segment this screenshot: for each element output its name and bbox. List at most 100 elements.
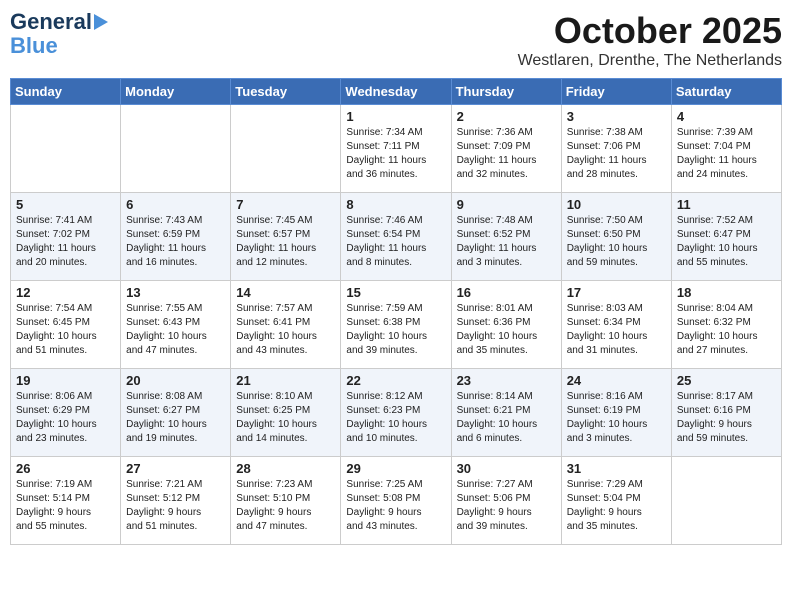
calendar-cell [671, 457, 781, 545]
day-info: Sunrise: 7:38 AM Sunset: 7:06 PM Dayligh… [567, 126, 666, 182]
day-info: Sunrise: 8:12 AM Sunset: 6:23 PM Dayligh… [346, 390, 445, 446]
title-section: October 2025 Westlaren, Drenthe, The Net… [518, 10, 782, 70]
day-info: Sunrise: 8:10 AM Sunset: 6:25 PM Dayligh… [236, 390, 335, 446]
day-number: 29 [346, 461, 445, 476]
day-number: 16 [457, 285, 556, 300]
calendar-cell: 2 Sunrise: 7:36 AM Sunset: 7:09 PM Daylig… [451, 105, 561, 193]
location-subtitle: Westlaren, Drenthe, The Netherlands [518, 52, 782, 70]
page-header: General Blue October 2025 Westlaren, Dre… [10, 10, 782, 70]
day-number: 7 [236, 197, 335, 212]
day-info: Sunrise: 7:46 AM Sunset: 6:54 PM Dayligh… [346, 214, 445, 270]
weekday-header-friday: Friday [561, 79, 671, 105]
week-row-3: 12 Sunrise: 7:54 AM Sunset: 6:45 PM Dayli… [11, 281, 782, 369]
day-number: 27 [126, 461, 225, 476]
weekday-header-monday: Monday [121, 79, 231, 105]
day-info: Sunrise: 8:03 AM Sunset: 6:34 PM Dayligh… [567, 302, 666, 358]
day-info: Sunrise: 7:59 AM Sunset: 6:38 PM Dayligh… [346, 302, 445, 358]
calendar-cell: 31 Sunrise: 7:29 AM Sunset: 5:04 PM Dayli… [561, 457, 671, 545]
calendar-cell: 12 Sunrise: 7:54 AM Sunset: 6:45 PM Dayli… [11, 281, 121, 369]
calendar-cell: 11Sunrise: 7:52 AM Sunset: 6:47 PM Dayli… [671, 193, 781, 281]
day-info: Sunrise: 8:04 AM Sunset: 6:32 PM Dayligh… [677, 302, 776, 358]
day-number: 6 [126, 197, 225, 212]
calendar-cell [121, 105, 231, 193]
calendar-table: SundayMondayTuesdayWednesdayThursdayFrid… [10, 78, 782, 545]
logo-blue: Blue [10, 34, 58, 58]
week-row-2: 5Sunrise: 7:41 AM Sunset: 7:02 PM Daylig… [11, 193, 782, 281]
day-info: Sunrise: 7:43 AM Sunset: 6:59 PM Dayligh… [126, 214, 225, 270]
day-info: Sunrise: 7:21 AM Sunset: 5:12 PM Dayligh… [126, 478, 225, 534]
day-info: Sunrise: 7:25 AM Sunset: 5:08 PM Dayligh… [346, 478, 445, 534]
day-number: 12 [16, 285, 115, 300]
calendar-cell: 30Sunrise: 7:27 AM Sunset: 5:06 PM Dayli… [451, 457, 561, 545]
day-number: 8 [346, 197, 445, 212]
calendar-cell: 28 Sunrise: 7:23 AM Sunset: 5:10 PM Dayli… [231, 457, 341, 545]
day-info: Sunrise: 8:08 AM Sunset: 6:27 PM Dayligh… [126, 390, 225, 446]
calendar-cell: 20 Sunrise: 8:08 AM Sunset: 6:27 PM Dayli… [121, 369, 231, 457]
calendar-cell: 9Sunrise: 7:48 AM Sunset: 6:52 PM Daylig… [451, 193, 561, 281]
calendar-cell: 5Sunrise: 7:41 AM Sunset: 7:02 PM Daylig… [11, 193, 121, 281]
weekday-header-thursday: Thursday [451, 79, 561, 105]
calendar-cell: 4Sunrise: 7:39 AM Sunset: 7:04 PM Daylig… [671, 105, 781, 193]
day-number: 24 [567, 373, 666, 388]
day-number: 20 [126, 373, 225, 388]
weekday-header-wednesday: Wednesday [341, 79, 451, 105]
day-info: Sunrise: 7:54 AM Sunset: 6:45 PM Dayligh… [16, 302, 115, 358]
calendar-cell [231, 105, 341, 193]
day-number: 13 [126, 285, 225, 300]
day-number: 10 [567, 197, 666, 212]
day-number: 18 [677, 285, 776, 300]
header-row: SundayMondayTuesdayWednesdayThursdayFrid… [11, 79, 782, 105]
calendar-cell: 25 Sunrise: 8:17 AM Sunset: 6:16 PM Dayli… [671, 369, 781, 457]
day-number: 11 [677, 197, 776, 212]
calendar-cell: 19 Sunrise: 8:06 AM Sunset: 6:29 PM Dayli… [11, 369, 121, 457]
calendar-cell: 1Sunrise: 7:34 AM Sunset: 7:11 PM Daylig… [341, 105, 451, 193]
day-info: Sunrise: 7:29 AM Sunset: 5:04 PM Dayligh… [567, 478, 666, 534]
calendar-cell: 24 Sunrise: 8:16 AM Sunset: 6:19 PM Dayli… [561, 369, 671, 457]
calendar-cell: 17 Sunrise: 8:03 AM Sunset: 6:34 PM Dayli… [561, 281, 671, 369]
calendar-cell: 21 Sunrise: 8:10 AM Sunset: 6:25 PM Dayli… [231, 369, 341, 457]
day-info: Sunrise: 7:23 AM Sunset: 5:10 PM Dayligh… [236, 478, 335, 534]
day-info: Sunrise: 7:57 AM Sunset: 6:41 PM Dayligh… [236, 302, 335, 358]
day-number: 9 [457, 197, 556, 212]
day-number: 14 [236, 285, 335, 300]
calendar-cell: 22 Sunrise: 8:12 AM Sunset: 6:23 PM Dayli… [341, 369, 451, 457]
day-number: 17 [567, 285, 666, 300]
calendar-cell: 6 Sunrise: 7:43 AM Sunset: 6:59 PM Daylig… [121, 193, 231, 281]
day-number: 22 [346, 373, 445, 388]
day-info: Sunrise: 7:19 AM Sunset: 5:14 PM Dayligh… [16, 478, 115, 534]
day-info: Sunrise: 7:50 AM Sunset: 6:50 PM Dayligh… [567, 214, 666, 270]
day-info: Sunrise: 8:17 AM Sunset: 6:16 PM Dayligh… [677, 390, 776, 446]
calendar-cell: 3 Sunrise: 7:38 AM Sunset: 7:06 PM Daylig… [561, 105, 671, 193]
day-number: 31 [567, 461, 666, 476]
calendar-cell: 27 Sunrise: 7:21 AM Sunset: 5:12 PM Dayli… [121, 457, 231, 545]
logo: General Blue [10, 10, 108, 58]
calendar-cell: 10 Sunrise: 7:50 AM Sunset: 6:50 PM Dayli… [561, 193, 671, 281]
day-number: 21 [236, 373, 335, 388]
day-info: Sunrise: 7:36 AM Sunset: 7:09 PM Dayligh… [457, 126, 556, 182]
calendar-cell: 7Sunrise: 7:45 AM Sunset: 6:57 PM Daylig… [231, 193, 341, 281]
day-number: 25 [677, 373, 776, 388]
weekday-header-sunday: Sunday [11, 79, 121, 105]
week-row-1: 1Sunrise: 7:34 AM Sunset: 7:11 PM Daylig… [11, 105, 782, 193]
day-number: 3 [567, 109, 666, 124]
day-number: 1 [346, 109, 445, 124]
week-row-5: 26Sunrise: 7:19 AM Sunset: 5:14 PM Dayli… [11, 457, 782, 545]
day-info: Sunrise: 8:14 AM Sunset: 6:21 PM Dayligh… [457, 390, 556, 446]
calendar-cell: 14 Sunrise: 7:57 AM Sunset: 6:41 PM Dayli… [231, 281, 341, 369]
month-title: October 2025 [518, 10, 782, 52]
day-info: Sunrise: 8:06 AM Sunset: 6:29 PM Dayligh… [16, 390, 115, 446]
day-number: 30 [457, 461, 556, 476]
day-number: 19 [16, 373, 115, 388]
day-number: 2 [457, 109, 556, 124]
calendar-cell: 13Sunrise: 7:55 AM Sunset: 6:43 PM Dayli… [121, 281, 231, 369]
day-number: 28 [236, 461, 335, 476]
calendar-cell: 23Sunrise: 8:14 AM Sunset: 6:21 PM Dayli… [451, 369, 561, 457]
day-info: Sunrise: 7:41 AM Sunset: 7:02 PM Dayligh… [16, 214, 115, 270]
day-number: 15 [346, 285, 445, 300]
calendar-cell: 15 Sunrise: 7:59 AM Sunset: 6:38 PM Dayli… [341, 281, 451, 369]
calendar-cell: 16Sunrise: 8:01 AM Sunset: 6:36 PM Dayli… [451, 281, 561, 369]
weekday-header-tuesday: Tuesday [231, 79, 341, 105]
calendar-cell: 18 Sunrise: 8:04 AM Sunset: 6:32 PM Dayli… [671, 281, 781, 369]
day-info: Sunrise: 8:16 AM Sunset: 6:19 PM Dayligh… [567, 390, 666, 446]
calendar-cell: 8 Sunrise: 7:46 AM Sunset: 6:54 PM Daylig… [341, 193, 451, 281]
